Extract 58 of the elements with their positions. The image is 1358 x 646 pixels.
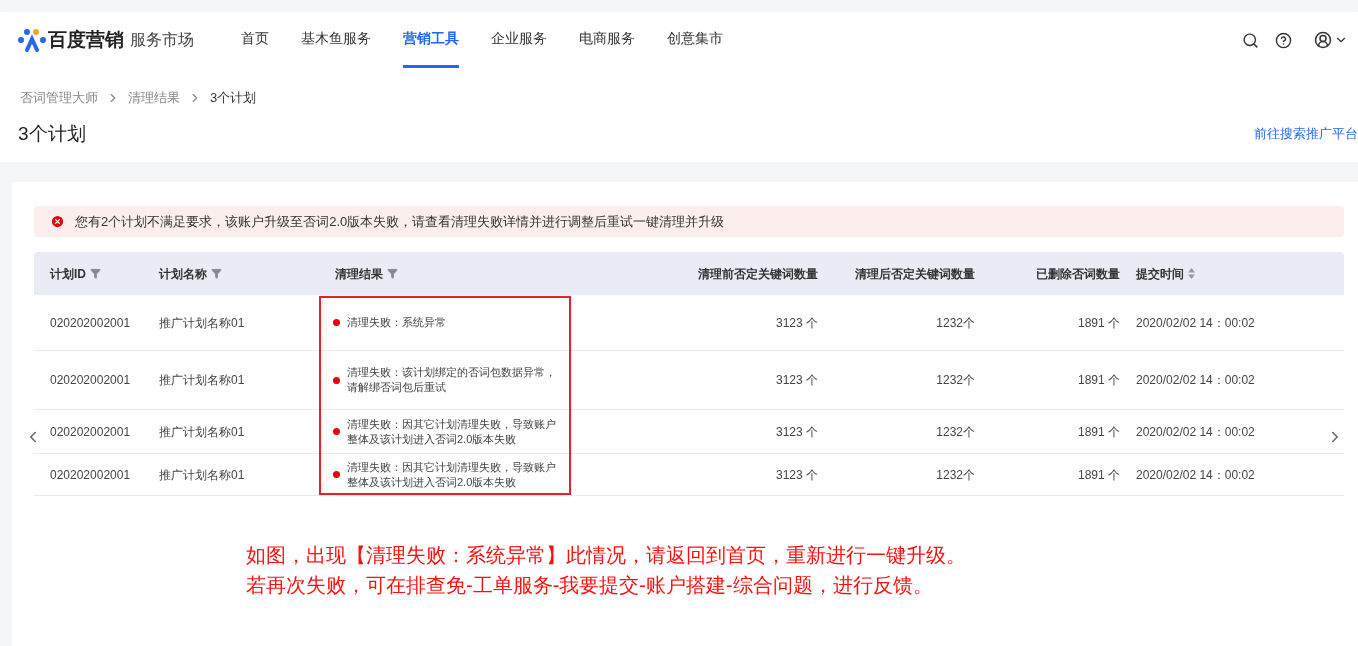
table-cell-text: 推广计划名称01 (159, 423, 245, 441)
nav-tab[interactable]: 电商服务 (579, 12, 635, 68)
table-cell-text: 020202002001 (50, 466, 131, 484)
platform-link[interactable]: 前往搜索推广平台 (1254, 124, 1358, 144)
table-cell-text: 020202002001 (50, 372, 131, 389)
brand-subtitle: 服务市场 (130, 30, 194, 50)
table-cell-text: 1891 个 (1077, 372, 1120, 389)
table-cell-text: 3123 个 (775, 466, 818, 484)
table-cell-text: 1232个 (936, 372, 975, 389)
nav-tab[interactable]: 基木鱼服务 (301, 12, 371, 68)
table-cell-text: 1232个 (936, 314, 975, 332)
column-header: 计划名称 (159, 265, 207, 283)
table-cell-text: 2020/02/02 14：00:02 (1136, 314, 1255, 332)
table-cell: 清理失败：系统异常 (347, 315, 446, 330)
nav-tab[interactable]: 创意集市 (667, 12, 723, 68)
filter-icon[interactable] (387, 268, 398, 279)
table-cell-text: 3123 个 (775, 314, 818, 332)
column-header: 清理结果 (335, 265, 383, 283)
nav-tab[interactable]: 企业服务 (491, 12, 547, 68)
alert-message: 您有2个计划不满足要求，该账户升级至否词2.0版本失败，请查看清理失败详情并进行调整后重试一键清理并升级 (75, 212, 725, 231)
annotation-text: 如图，出现【清理失败：系统异常】此情况，请返回到首页，重新进行一键升级。 (246, 543, 966, 568)
help-icon[interactable] (1275, 31, 1292, 49)
column-header: 提交时间 (1136, 265, 1184, 283)
search-icon[interactable] (1242, 31, 1259, 49)
logo-icon (18, 28, 46, 52)
table-cell-text: 清理失败：该计划绑定的否词包数据异常，请解绑否词包后重试 (347, 365, 557, 395)
page-title: 3个计划 (18, 121, 86, 146)
filter-icon[interactable] (211, 268, 222, 279)
table-cell-text: 1891 个 (1077, 423, 1120, 441)
table-cell-text: 推广计划名称01 (159, 372, 245, 389)
user-avatar-icon[interactable] (1314, 31, 1332, 49)
table-cell-text: 3123 个 (775, 372, 818, 389)
annotation-text: 若再次失败，可在排查免-工单服务-我要提交-账户搭建-综合问题，进行反馈。 (246, 573, 933, 598)
table-cell-text: 推广计划名称01 (159, 466, 245, 484)
table-cell-text: 2020/02/02 14：00:02 (1136, 423, 1255, 441)
column-header: 已删除否词数量 (1036, 265, 1120, 283)
table-cell-text: 2020/02/02 14：00:02 (1136, 466, 1255, 484)
breadcrumb-item: 3个计划 (210, 89, 257, 107)
column-header: 计划ID (50, 265, 86, 283)
column-header: 清理后否定关键词数量 (855, 265, 975, 283)
table-cell-text: 清理失败：因其它计划清理失败，导致账户整体及该计划进入否词2.0版本失败 (347, 416, 557, 447)
table-cell-text: 清理失败：因其它计划清理失败，导致账户整体及该计划进入否词2.0版本失败 (347, 459, 557, 490)
table-cell-text: 1891 个 (1077, 314, 1120, 332)
brand-name: 百度营销 (48, 27, 124, 52)
nav-tab[interactable]: 首页 (241, 12, 269, 68)
table-cell-text: 推广计划名称01 (159, 314, 245, 332)
table-cell-text: 3123 个 (775, 423, 818, 441)
filter-icon[interactable] (90, 268, 101, 279)
table-cell-text: 020202002001 (50, 423, 131, 441)
column-header: 清理前否定关键词数量 (698, 265, 818, 283)
breadcrumb-item[interactable]: 清理结果 (128, 88, 180, 108)
table-cell-text: 1232个 (936, 423, 975, 441)
breadcrumb-item[interactable]: 否词管理大师 (20, 88, 98, 108)
error-icon (50, 214, 65, 229)
table-cell-text: 1891 个 (1077, 466, 1120, 484)
table-cell-text: 2020/02/02 14：00:02 (1136, 372, 1255, 389)
table-cell-text: 020202002001 (50, 314, 131, 332)
table-cell-text: 1232个 (936, 466, 975, 484)
